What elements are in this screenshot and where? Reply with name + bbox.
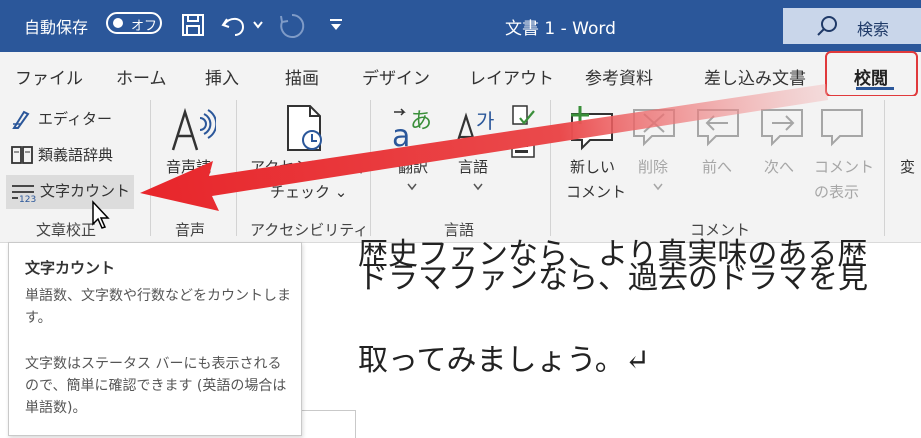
- mouse-cursor-icon: [92, 200, 110, 229]
- tooltip-note: 文字数はステータス バーにも表示されるので、簡単に確認できます (英語の場合は単…: [25, 356, 287, 416]
- tooltip-title: 文字カウント: [25, 259, 116, 277]
- word-count-tooltip: 文字カウント 単語数、文字数や行数などをカウントします。 文字数はステータス バ…: [8, 242, 302, 436]
- tooltip-description: 単語数、文字数や行数などをカウントします。: [25, 288, 291, 326]
